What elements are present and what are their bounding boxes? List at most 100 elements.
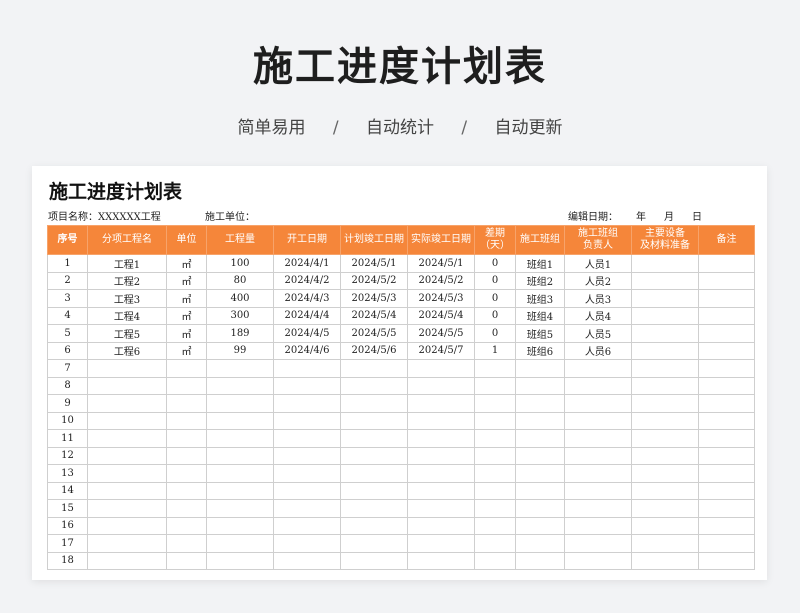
table-cell[interactable]: [206, 516, 274, 535]
table-cell[interactable]: [515, 551, 565, 570]
table-cell[interactable]: [631, 516, 699, 535]
table-cell[interactable]: [87, 534, 167, 553]
table-cell[interactable]: [474, 534, 516, 553]
table-cell[interactable]: 人员6: [564, 341, 632, 360]
table-cell[interactable]: [515, 411, 565, 430]
table-cell[interactable]: 工程3: [87, 289, 167, 308]
table-cell[interactable]: [515, 464, 565, 483]
table-cell[interactable]: [407, 394, 475, 413]
table-cell[interactable]: [87, 481, 167, 500]
table-cell[interactable]: [515, 376, 565, 395]
table-cell[interactable]: [340, 429, 408, 448]
table-cell[interactable]: [206, 376, 274, 395]
table-cell[interactable]: [698, 376, 755, 395]
table-cell[interactable]: 2024/5/1: [407, 254, 475, 273]
table-cell[interactable]: [564, 429, 632, 448]
table-cell[interactable]: [631, 341, 699, 360]
table-cell[interactable]: [407, 359, 475, 378]
table-cell[interactable]: 人员4: [564, 306, 632, 325]
table-cell[interactable]: [407, 446, 475, 465]
table-cell[interactable]: [698, 446, 755, 465]
table-cell[interactable]: 8: [47, 376, 88, 395]
table-cell[interactable]: [698, 429, 755, 448]
table-cell[interactable]: [515, 499, 565, 518]
table-cell[interactable]: [698, 534, 755, 553]
table-cell[interactable]: [206, 551, 274, 570]
table-cell[interactable]: 2024/5/7: [407, 341, 475, 360]
table-cell[interactable]: 2024/5/1: [340, 254, 408, 273]
table-cell[interactable]: [206, 464, 274, 483]
table-cell[interactable]: [631, 254, 699, 273]
table-cell[interactable]: [273, 429, 341, 448]
table-cell[interactable]: [166, 481, 207, 500]
table-cell[interactable]: [206, 499, 274, 518]
table-cell[interactable]: [166, 534, 207, 553]
table-cell[interactable]: 班组6: [515, 341, 565, 360]
table-cell[interactable]: [87, 376, 167, 395]
table-cell[interactable]: [564, 499, 632, 518]
table-cell[interactable]: [474, 516, 516, 535]
table-cell[interactable]: [340, 394, 408, 413]
table-cell[interactable]: 400: [206, 289, 274, 308]
table-cell[interactable]: [631, 411, 699, 430]
table-cell[interactable]: [698, 359, 755, 378]
table-cell[interactable]: [698, 254, 755, 273]
table-cell[interactable]: 2024/4/1: [273, 254, 341, 273]
table-cell[interactable]: [698, 481, 755, 500]
table-cell[interactable]: [273, 481, 341, 500]
table-cell[interactable]: [474, 394, 516, 413]
table-cell[interactable]: 2024/4/2: [273, 271, 341, 290]
table-cell[interactable]: [474, 376, 516, 395]
table-cell[interactable]: ㎡: [166, 341, 207, 360]
table-cell[interactable]: [407, 499, 475, 518]
table-cell[interactable]: [698, 289, 755, 308]
table-cell[interactable]: [631, 359, 699, 378]
table-cell[interactable]: 人员5: [564, 324, 632, 343]
table-cell[interactable]: [698, 516, 755, 535]
table-cell[interactable]: [273, 551, 341, 570]
table-cell[interactable]: [474, 429, 516, 448]
table-cell[interactable]: [631, 394, 699, 413]
table-cell[interactable]: 2024/5/5: [340, 324, 408, 343]
table-cell[interactable]: [166, 359, 207, 378]
table-cell[interactable]: [515, 446, 565, 465]
table-cell[interactable]: [206, 359, 274, 378]
table-cell[interactable]: 300: [206, 306, 274, 325]
table-cell[interactable]: [515, 394, 565, 413]
table-cell[interactable]: [474, 359, 516, 378]
table-cell[interactable]: [407, 429, 475, 448]
table-cell[interactable]: [631, 534, 699, 553]
table-cell[interactable]: 2024/4/3: [273, 289, 341, 308]
table-cell[interactable]: [631, 481, 699, 500]
table-cell[interactable]: 12: [47, 446, 88, 465]
table-cell[interactable]: [206, 446, 274, 465]
table-cell[interactable]: [87, 429, 167, 448]
table-cell[interactable]: [474, 499, 516, 518]
table-cell[interactable]: ㎥: [166, 324, 207, 343]
table-cell[interactable]: [273, 394, 341, 413]
table-cell[interactable]: [340, 359, 408, 378]
table-cell[interactable]: [166, 516, 207, 535]
table-cell[interactable]: [631, 446, 699, 465]
table-cell[interactable]: ㎥: [166, 289, 207, 308]
table-cell[interactable]: [515, 429, 565, 448]
table-cell[interactable]: [166, 411, 207, 430]
table-cell[interactable]: [87, 446, 167, 465]
table-cell[interactable]: 13: [47, 464, 88, 483]
table-cell[interactable]: [273, 446, 341, 465]
table-cell[interactable]: 0: [474, 289, 516, 308]
table-cell[interactable]: 1: [47, 254, 88, 273]
table-cell[interactable]: [631, 376, 699, 395]
table-cell[interactable]: [340, 411, 408, 430]
table-cell[interactable]: [340, 551, 408, 570]
table-cell[interactable]: [273, 359, 341, 378]
table-cell[interactable]: [698, 499, 755, 518]
table-cell[interactable]: [407, 376, 475, 395]
table-cell[interactable]: 0: [474, 324, 516, 343]
table-cell[interactable]: 工程1: [87, 254, 167, 273]
table-cell[interactable]: 班组1: [515, 254, 565, 273]
table-cell[interactable]: 0: [474, 271, 516, 290]
table-cell[interactable]: [273, 411, 341, 430]
table-cell[interactable]: 工程2: [87, 271, 167, 290]
table-cell[interactable]: [564, 446, 632, 465]
